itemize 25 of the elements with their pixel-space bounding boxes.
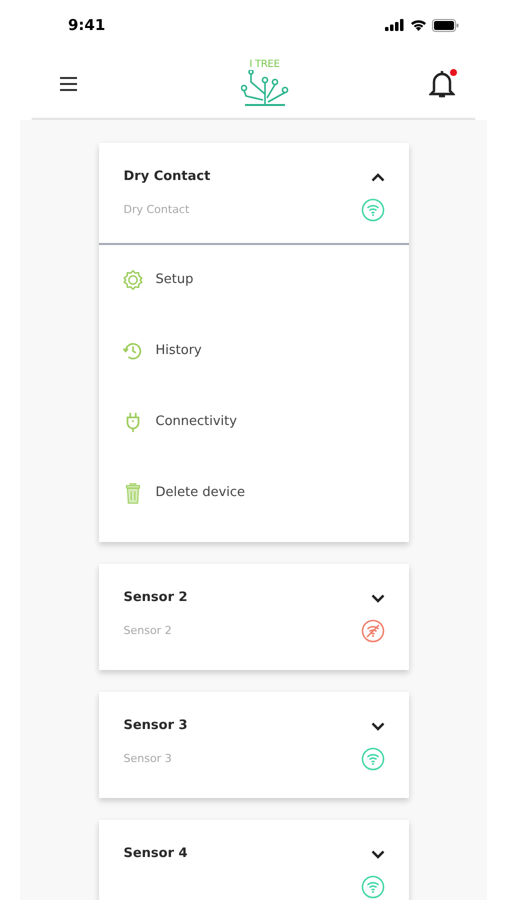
signal-icon (385, 19, 405, 31)
chevron-down-icon[interactable] (370, 722, 384, 730)
chevron-up-icon[interactable] (370, 172, 384, 182)
menu-item[interactable]: History (98, 340, 408, 362)
device-subtitle: Dry Contact (124, 202, 190, 218)
menu-item[interactable]: Connectivity (98, 411, 408, 433)
device-title: Sensor 4 (124, 845, 188, 864)
device-subtitle: Sensor 3 (124, 750, 172, 767)
tree-logo-icon (240, 70, 288, 108)
device-title: Dry Contact (124, 168, 210, 186)
history-icon (122, 340, 144, 362)
battery-icon (432, 18, 459, 32)
gear-icon (122, 269, 144, 291)
status-time: 9:41 (68, 14, 106, 36)
device-title: Sensor 3 (124, 717, 188, 736)
chevron-down-icon[interactable] (370, 594, 384, 602)
device-title: Sensor 2 (124, 589, 188, 608)
menu-icon[interactable] (60, 77, 80, 91)
device-subtitle: Sensor 2 (124, 622, 172, 639)
menu-item[interactable]: Setup (98, 269, 408, 291)
chevron-down-icon[interactable] (370, 850, 384, 858)
wifi-icon (410, 19, 427, 31)
menu-item[interactable]: Delete device (98, 482, 408, 504)
logo-text: I TREE (249, 60, 280, 70)
notification-bell-icon[interactable] (429, 69, 455, 99)
